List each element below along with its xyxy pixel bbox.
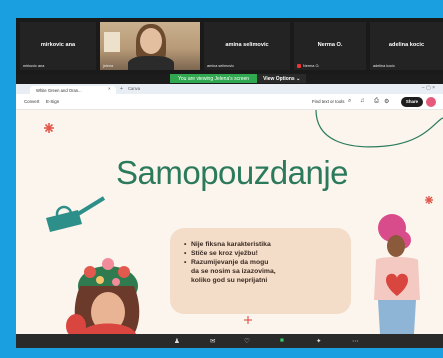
star-decoration-icon — [425, 196, 433, 204]
search-icon[interactable]: ⌕ — [348, 98, 351, 105]
bullet-marker: • — [184, 241, 187, 248]
tab-bar: White Green and Oran... × + Canva – ▢ × — [16, 84, 443, 94]
avatar[interactable] — [426, 97, 436, 107]
view-options-button[interactable]: View Options ⌄ — [257, 74, 307, 83]
participant-video-tile[interactable]: jelena — [100, 22, 200, 70]
bullet-marker: • — [184, 250, 187, 257]
read-aloud-icon[interactable]: ♫ — [360, 98, 365, 104]
share-screen-icon[interactable]: ■ — [280, 337, 284, 344]
window-controls-icon[interactable]: – ▢ × — [422, 85, 435, 91]
girl-watering-plants-illustration — [46, 196, 140, 334]
participant-strip: mirkovic ana mirkovic ana jelena amina s… — [16, 18, 443, 74]
close-tab-icon[interactable]: × — [108, 86, 111, 91]
zoom-meeting-window: mirkovic ana mirkovic ana jelena amina s… — [16, 18, 443, 348]
participant-name: mirkovic ana — [40, 42, 76, 48]
participant-face — [140, 28, 162, 54]
viewing-screen-label: You are viewing Jelena's screen — [170, 74, 258, 83]
bullet-item-continuation: koliko god su neprijatni — [191, 277, 268, 284]
participant-name: amina selimovic — [225, 42, 269, 48]
browser-tab[interactable]: Canva — [128, 86, 140, 91]
participant-tile[interactable]: mirkovic ana mirkovic ana — [20, 22, 96, 70]
screen-share-banner: You are viewing Jelena's screen View Opt… — [170, 74, 307, 83]
tab-title: White Green and Oran... — [36, 88, 82, 93]
browser-toolbar: Convert E-Sign Find text or tools ⌕ ♫ ⎙ … — [16, 94, 443, 110]
participant-body — [128, 56, 174, 70]
bullet-item: • Stiče se kroz vježbu! — [184, 250, 258, 257]
bullet-item: • Nije fiksna karakteristika — [184, 241, 271, 248]
convert-button[interactable]: Convert — [24, 99, 39, 104]
chat-icon[interactable]: ✉ — [210, 337, 215, 345]
participant-label: Nerma O. — [297, 64, 319, 68]
participant-label: amina selimovic — [207, 64, 235, 68]
participant-tile[interactable]: amina selimovic amina selimovic — [204, 22, 290, 70]
background-shelf — [104, 32, 120, 52]
participant-name: adelina kocic — [388, 42, 425, 48]
participant-label: adelina kocic — [373, 64, 395, 68]
muted-mic-icon — [297, 64, 301, 68]
print-icon[interactable]: ⎙ — [374, 98, 379, 105]
share-button[interactable]: Share — [401, 97, 423, 107]
bullet-item-continuation: da se nosim sa izazovima, — [191, 268, 276, 275]
settings-icon[interactable]: ⚙ — [384, 98, 389, 105]
find-text-field[interactable]: Find text or tools — [312, 99, 344, 104]
participant-tile[interactable]: Nerma O. Nerma O. — [294, 22, 366, 70]
shared-browser-window: White Green and Oran... × + Canva – ▢ × … — [16, 84, 443, 348]
apps-icon[interactable]: ✦ — [316, 337, 321, 345]
star-decoration-icon — [44, 123, 54, 133]
participant-label: jelena — [103, 64, 114, 68]
slide-title: Samopouzdanje — [116, 154, 349, 191]
girl-holding-heart-illustration — [374, 214, 420, 334]
bullet-marker: • — [184, 259, 187, 266]
participant-name: Nerma O. — [317, 42, 343, 48]
participants-icon[interactable]: ♟ — [174, 337, 180, 345]
presentation-slide: Samopouzdanje • Nije fiksna karakteristik… — [16, 110, 443, 334]
new-tab-button[interactable]: + — [120, 86, 123, 92]
participant-tile[interactable]: adelina kocic adelina kocic — [370, 22, 443, 70]
esign-button[interactable]: E-Sign — [46, 99, 59, 104]
bullet-box: • Nije fiksna karakteristika • Stiče se kr… — [170, 228, 351, 314]
decorative-curve — [315, 110, 443, 148]
browser-tab[interactable]: White Green and Oran... — [30, 86, 116, 94]
more-icon[interactable]: ⋯ — [352, 337, 359, 345]
bullet-item: • Razumijevanje da mogu — [184, 259, 269, 266]
star-decoration-icon — [244, 316, 252, 324]
reactions-icon[interactable]: ♡ — [244, 337, 250, 345]
meeting-controls-bar: ♟ ✉ ♡ ■ ✦ ⋯ — [16, 334, 443, 348]
participant-label: mirkovic ana — [23, 64, 45, 68]
